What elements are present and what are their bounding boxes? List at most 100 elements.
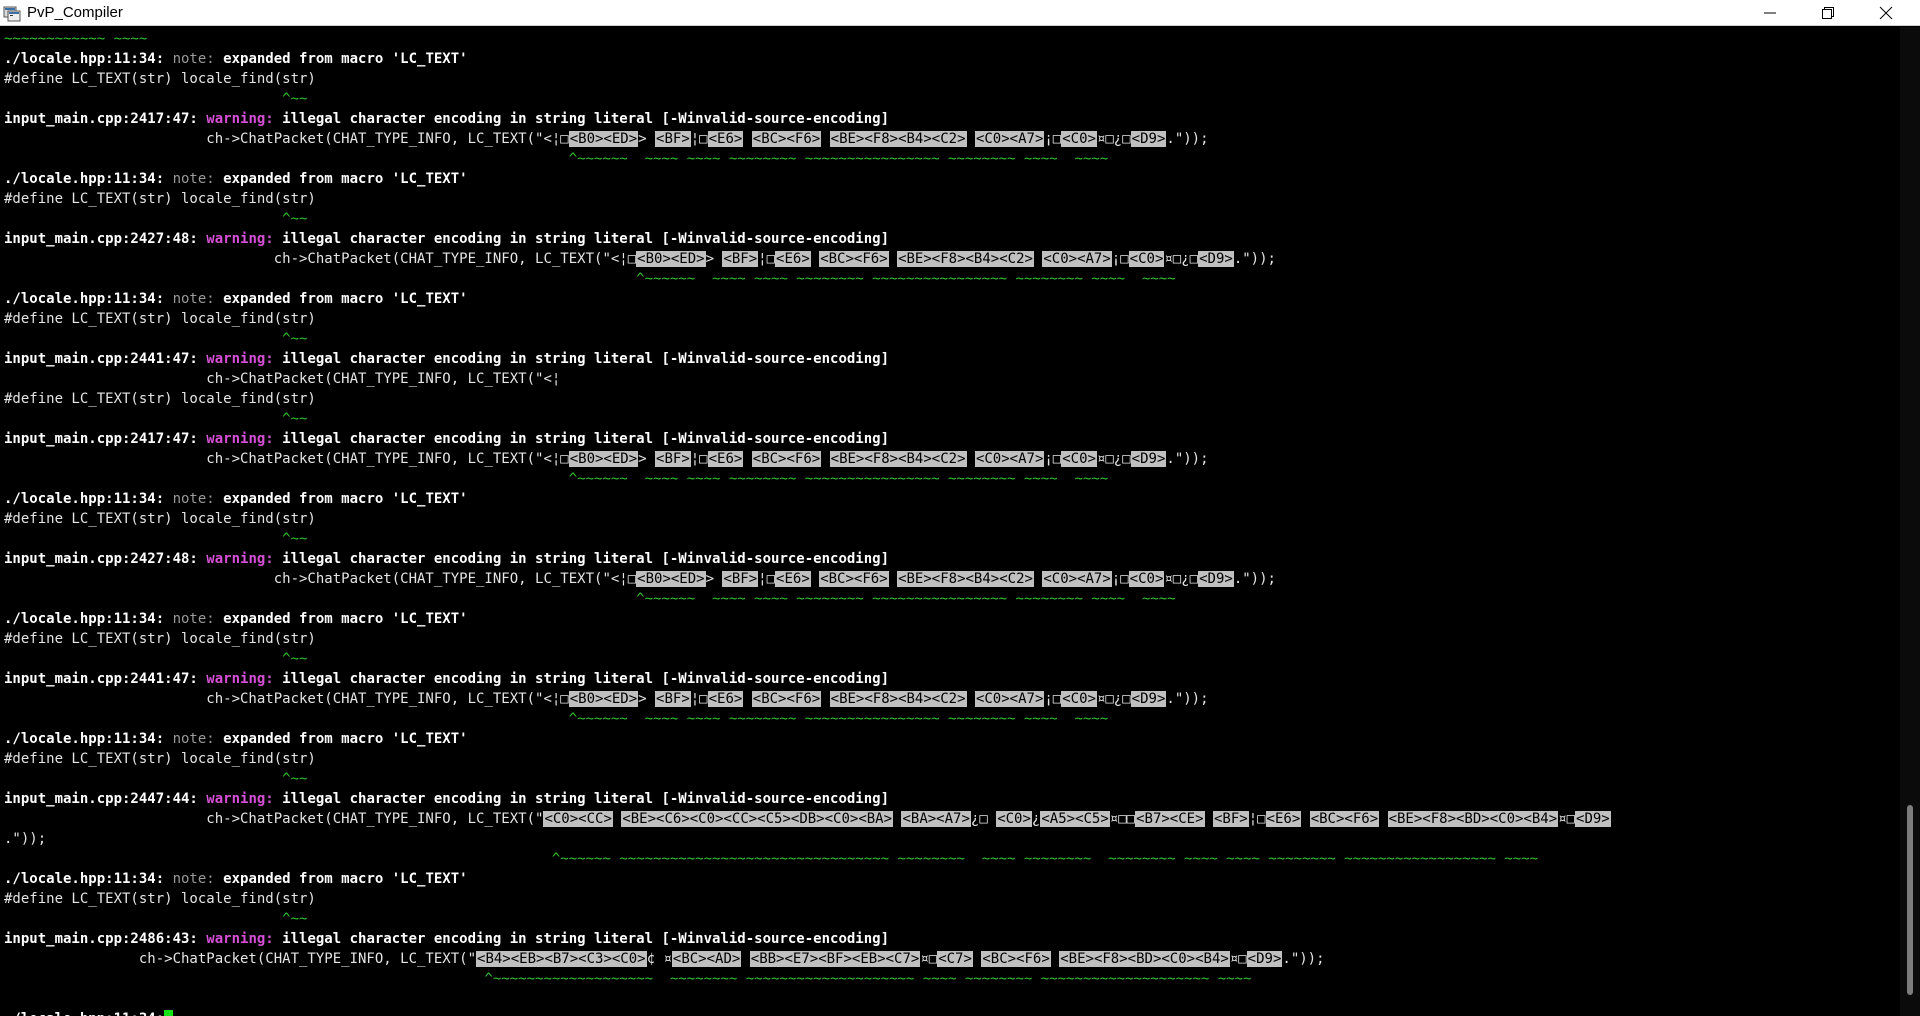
invalid-byte-highlight: <B7><CE> xyxy=(1135,811,1205,827)
console-text: ^~~~~~~ ~~~~~~~~~~~~~~~~~~~~~~~~~~~~~~~~… xyxy=(4,851,1539,867)
invalid-byte-highlight: <C0> xyxy=(1061,451,1097,467)
scrollbar-thumb[interactable] xyxy=(1907,805,1913,995)
console-text: expanded from macro 'LC_TEXT' xyxy=(223,171,468,187)
console-text: ch->ChatPacket(CHAT_TYPE_INFO, LC_TEXT("… xyxy=(4,251,637,267)
console-output[interactable]: ~~~~~~~~~~~~ ~~~~ ./locale.hpp:11:34: not… xyxy=(0,27,1900,1016)
invalid-byte-highlight: <C0><A7> xyxy=(974,451,1045,467)
console-text: ¦□ xyxy=(690,131,708,147)
console-text: ch->ChatPacket(CHAT_TYPE_INFO, LC_TEXT("… xyxy=(4,451,569,467)
console-text: ^~~~~~~ ~~~~ ~~~~ ~~~~~~~~ ~~~~~~~~~~~~~… xyxy=(4,271,1176,287)
console-text: ¡□ xyxy=(1044,131,1062,147)
console-line: #define LC_TEXT(str) locale_find(str) xyxy=(4,509,316,529)
console-text: ^~~~~~~ ~~~~ ~~~~ ~~~~~~~~ ~~~~~~~~~~~~~… xyxy=(4,711,1109,727)
console-text: > xyxy=(638,451,656,467)
invalid-byte-highlight: <D9> xyxy=(1198,251,1234,267)
console-line: #define LC_TEXT(str) locale_find(str) xyxy=(4,749,316,769)
console-line: ^~~~~~~~~~~~~~~~~~~~ ~~~~~~~~ ~~~~~~~~~~… xyxy=(4,969,1251,989)
console-text: ¦□ xyxy=(758,571,776,587)
invalid-byte-highlight: <BF> xyxy=(655,131,691,147)
invalid-byte-highlight: <C7> xyxy=(937,951,973,967)
console-text: ¤□ xyxy=(1229,951,1247,967)
console-line: ^~~~~~~ ~~~~ ~~~~ ~~~~~~~~ ~~~~~~~~~~~~~… xyxy=(4,269,1176,289)
console-text: ¢ ¤ xyxy=(646,951,672,967)
console-line: ^~~ xyxy=(4,209,307,229)
console-line: input_main.cpp:2447:44: warning: illegal… xyxy=(4,789,889,809)
console-line: #define LC_TEXT(str) locale_find(str) xyxy=(4,309,316,329)
console-line: ^~~ xyxy=(4,329,307,349)
console-line: ./locale.hpp:11:34: note: expanded from … xyxy=(4,289,468,309)
invalid-byte-highlight: <BC><F6> xyxy=(981,951,1051,967)
close-button[interactable] xyxy=(1857,0,1915,25)
console-text: note: xyxy=(172,491,224,507)
close-icon xyxy=(1879,6,1893,20)
restore-button[interactable] xyxy=(1799,0,1857,25)
console-text: ^~~ xyxy=(4,651,308,667)
console-text: input_main.cpp:2417:47: xyxy=(4,431,207,447)
console-text: ./locale.hpp:11:34: xyxy=(4,291,173,307)
console-line: ^~~ xyxy=(4,769,307,789)
console-text: ¡□ xyxy=(1044,691,1062,707)
invalid-byte-highlight: <BC><F6> xyxy=(819,251,889,267)
console-line: ch->ChatPacket(CHAT_TYPE_INFO, LC_TEXT("… xyxy=(4,369,560,389)
console-line: input_main.cpp:2427:48: warning: illegal… xyxy=(4,549,889,569)
console-line: ^~~ xyxy=(4,409,307,429)
console-text: ch->ChatPacket(CHAT_TYPE_INFO, LC_TEXT("… xyxy=(4,371,561,387)
console-text: > xyxy=(638,691,656,707)
console-text: input_main.cpp:2441:47: xyxy=(4,351,207,367)
invalid-byte-highlight: <D9> xyxy=(1130,131,1167,147)
minimize-icon xyxy=(1764,12,1776,14)
title-bar[interactable]: PvP_Compiler xyxy=(0,0,1920,26)
console-line: ch->ChatPacket(CHAT_TYPE_INFO, LC_TEXT("… xyxy=(4,689,1209,709)
minimize-button[interactable] xyxy=(1741,0,1799,25)
console-line: ch->ChatPacket(CHAT_TYPE_INFO, LC_TEXT("… xyxy=(4,249,1276,269)
console-text: ¤□¿□ xyxy=(1096,451,1131,467)
window-title: PvP_Compiler xyxy=(27,4,123,21)
console-text: #define LC_TEXT(str) locale_find(str) xyxy=(4,191,316,207)
invalid-byte-highlight: <BE><F8><B4><C2> xyxy=(829,691,967,707)
invalid-byte-highlight: <D9> xyxy=(1246,951,1283,967)
console-line: ./locale.hpp:11:34: note: expanded from … xyxy=(4,729,468,749)
console-text: ch->ChatPacket(CHAT_TYPE_INFO, LC_TEXT("… xyxy=(4,131,569,147)
console-text: .")); xyxy=(4,831,47,847)
console-text: ¤□□ xyxy=(1109,811,1136,827)
restore-icon xyxy=(1822,7,1834,19)
console-line: ch->ChatPacket(CHAT_TYPE_INFO, LC_TEXT("… xyxy=(4,129,1209,149)
invalid-byte-highlight: <B0><ED> xyxy=(568,691,639,707)
console-line: #define LC_TEXT(str) locale_find(str) xyxy=(4,69,316,89)
console-text: ./locale.hpp:11:34: xyxy=(4,1011,164,1016)
invalid-byte-highlight: <E6> xyxy=(707,691,744,707)
console-text: ch->ChatPacket(CHAT_TYPE_INFO, LC_TEXT(" xyxy=(4,811,544,827)
console-text: ¦□ xyxy=(758,251,776,267)
invalid-byte-highlight: <BE><F8><B4><C2> xyxy=(897,571,1034,587)
console-line: ^~~~~~~ ~~~~ ~~~~ ~~~~~~~~ ~~~~~~~~~~~~~… xyxy=(4,709,1108,729)
invalid-byte-highlight: <B0><ED> xyxy=(636,571,706,587)
console-line: input_main.cpp:2441:47: warning: illegal… xyxy=(4,349,889,369)
invalid-byte-highlight: <E6> xyxy=(775,251,811,267)
console-text: expanded from macro 'LC_TEXT' xyxy=(223,731,468,747)
text-cursor xyxy=(164,1010,174,1016)
console-text: .")); xyxy=(1282,951,1325,967)
console-text: ¤□ xyxy=(1558,811,1576,827)
invalid-byte-highlight: <BA><A7> xyxy=(901,811,971,827)
invalid-byte-highlight: <C0> xyxy=(1061,131,1097,147)
console-text: warning: xyxy=(206,931,283,947)
invalid-byte-highlight: <D9> xyxy=(1130,451,1167,467)
console-text: > xyxy=(705,571,723,587)
console-text: ./locale.hpp:11:34: xyxy=(4,611,173,627)
invalid-byte-highlight: <BF> xyxy=(655,691,691,707)
invalid-byte-highlight: <BE><F8><B4><C2> xyxy=(829,451,967,467)
console-text: ¦□ xyxy=(690,451,708,467)
invalid-byte-highlight: <B0><ED> xyxy=(568,451,639,467)
console-text: ^~~ xyxy=(4,911,308,927)
console-line: ch->ChatPacket(CHAT_TYPE_INFO, LC_TEXT("… xyxy=(4,949,1325,969)
console-text: ¤□¿□ xyxy=(1164,251,1199,267)
console-line: input_main.cpp:2417:47: warning: illegal… xyxy=(4,109,889,129)
invalid-byte-highlight: <C0><A7> xyxy=(1042,571,1112,587)
console-text: #define LC_TEXT(str) locale_find(str) xyxy=(4,511,316,527)
invalid-byte-highlight: <D9> xyxy=(1198,571,1234,587)
console-text: #define LC_TEXT(str) locale_find(str) xyxy=(4,751,316,767)
console-line: ./locale.hpp:11:34: note: expanded from … xyxy=(4,49,468,69)
